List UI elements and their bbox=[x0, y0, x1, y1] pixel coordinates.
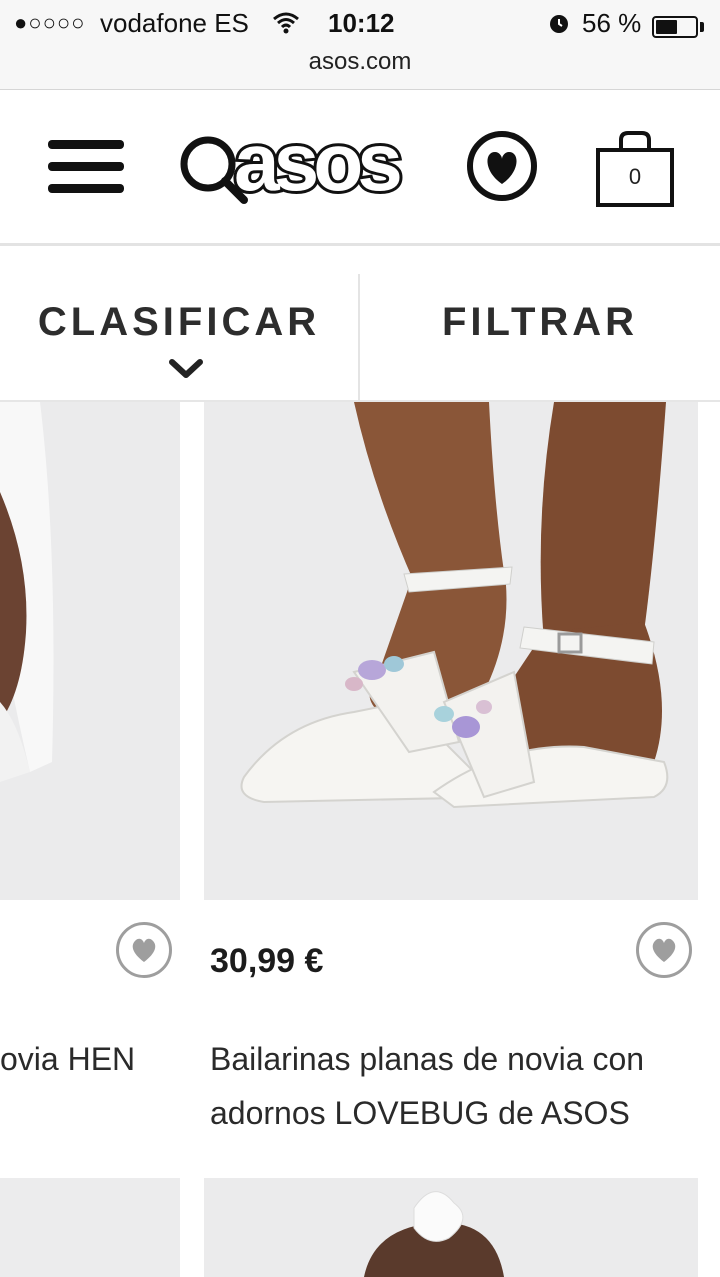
clock-time: 10:12 bbox=[328, 8, 395, 38]
battery-tip bbox=[700, 22, 704, 32]
shoes-photo bbox=[204, 402, 698, 900]
sort-label: CLASIFICAR bbox=[37, 300, 321, 344]
product-card[interactable]: ovia HEN bbox=[0, 402, 180, 1277]
save-to-wishlist-button[interactable] bbox=[116, 922, 172, 978]
save-to-wishlist-button[interactable] bbox=[636, 922, 692, 978]
heart-icon bbox=[467, 131, 537, 201]
product-image[interactable] bbox=[204, 402, 698, 900]
shopping-bag-button[interactable]: 0 bbox=[594, 130, 676, 208]
filter-button[interactable]: FILTRAR bbox=[360, 246, 720, 400]
filter-label: FILTRAR bbox=[441, 300, 639, 344]
heart-icon bbox=[132, 938, 156, 962]
signal-strength: ●○○○○ bbox=[14, 10, 86, 35]
sort-button[interactable]: CLASIFICAR bbox=[0, 246, 358, 400]
brand-logo[interactable]: asos bbox=[178, 124, 540, 210]
hamburger-menu-icon[interactable] bbox=[48, 140, 124, 196]
product-title-line: Bailarinas planas de novia con bbox=[210, 1041, 645, 1077]
status-bar: ●○○○○ vodafone ES 10:12 56 % asos.com bbox=[0, 0, 720, 90]
alarm-icon bbox=[550, 15, 568, 33]
bride-photo bbox=[0, 402, 180, 900]
bride-photo bbox=[204, 1178, 698, 1277]
battery-icon bbox=[652, 16, 698, 38]
product-card[interactable]: 30,99 € Bailarinas planas de novia con a… bbox=[204, 402, 720, 1277]
status-row: ●○○○○ vodafone ES 10:12 56 % bbox=[0, 6, 720, 42]
address-bar-url[interactable]: asos.com bbox=[0, 48, 720, 76]
site-header: asos 0 bbox=[0, 90, 720, 246]
chevron-down-icon bbox=[169, 359, 203, 378]
product-title[interactable]: Bailarinas planas de novia con adornos L… bbox=[210, 1032, 710, 1140]
product-image[interactable] bbox=[0, 1178, 180, 1277]
product-title[interactable]: ovia HEN bbox=[0, 1032, 180, 1086]
battery-level bbox=[656, 20, 677, 34]
product-card[interactable] bbox=[204, 1178, 698, 1277]
battery-percent: 56 % bbox=[582, 8, 642, 38]
product-image[interactable] bbox=[204, 1178, 698, 1277]
product-image[interactable] bbox=[0, 402, 180, 900]
wifi-icon bbox=[273, 12, 299, 34]
bag-count: 0 bbox=[628, 164, 642, 189]
sort-filter-bar: CLASIFICAR FILTRAR bbox=[0, 246, 720, 402]
carrier-name: vodafone ES bbox=[100, 8, 249, 38]
heart-icon bbox=[652, 938, 676, 962]
brand-wordmark: asos bbox=[234, 124, 400, 208]
product-card[interactable] bbox=[0, 1178, 180, 1277]
product-price: 30,99 € bbox=[210, 942, 324, 980]
product-title-line: adornos LOVEBUG de ASOS bbox=[210, 1095, 630, 1131]
